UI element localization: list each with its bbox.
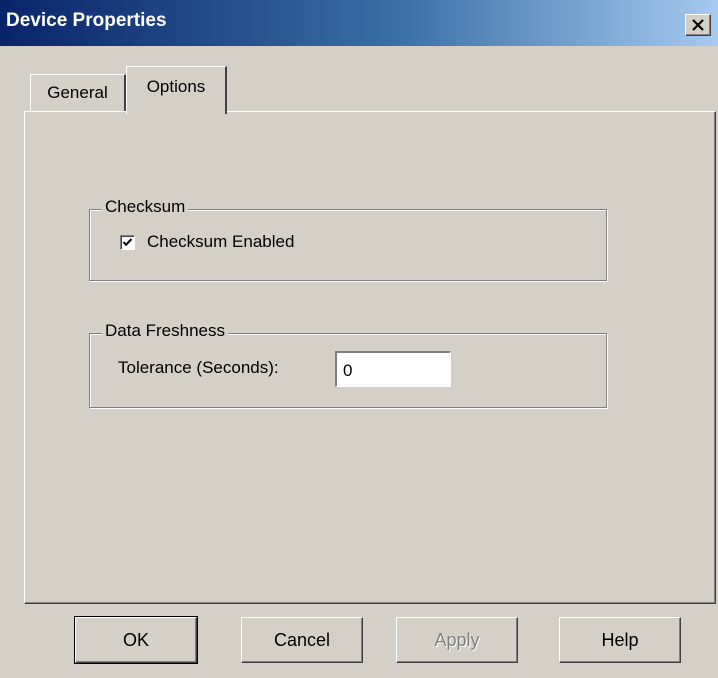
tab-options[interactable]: Options xyxy=(126,66,227,114)
checksum-enabled-checkbox[interactable] xyxy=(120,235,135,250)
tab-general[interactable]: General xyxy=(30,74,126,112)
tab-general-label: General xyxy=(47,83,108,102)
window-title: Device Properties xyxy=(6,10,167,31)
ok-button[interactable]: OK xyxy=(74,616,198,664)
data-freshness-group-legend: Data Freshness xyxy=(102,321,228,341)
tolerance-label: Tolerance (Seconds): xyxy=(118,358,279,377)
checksum-group-legend: Checksum xyxy=(102,197,189,217)
checksum-group: Checksum Checksum Enabled xyxy=(89,197,607,281)
close-button[interactable] xyxy=(685,14,711,36)
apply-button[interactable]: Apply xyxy=(396,617,518,663)
help-button[interactable]: Help xyxy=(559,617,681,663)
checksum-enabled-label[interactable]: Checksum Enabled xyxy=(147,232,294,252)
close-icon xyxy=(691,17,705,36)
title-bar: Device Properties xyxy=(0,0,718,46)
cancel-button[interactable]: Cancel xyxy=(241,617,363,663)
tab-options-label: Options xyxy=(146,77,206,96)
data-freshness-group: Data Freshness Tolerance (Seconds): xyxy=(89,321,607,408)
checkmark-icon xyxy=(122,238,133,247)
tolerance-input[interactable] xyxy=(335,351,451,387)
options-tab-panel: Checksum Checksum Enabled Data Freshness… xyxy=(24,111,716,604)
